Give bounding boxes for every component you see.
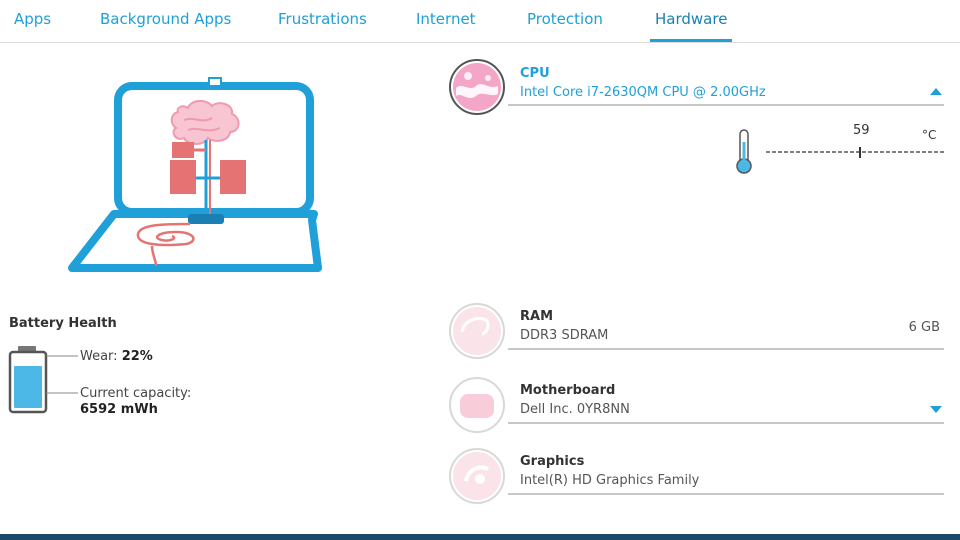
- tab-protection[interactable]: Protection: [527, 10, 603, 28]
- thermometer-icon: [734, 128, 754, 180]
- cpu-section[interactable]: CPU Intel Core i7-2630QM CPU @ 2.00GHz: [448, 58, 944, 118]
- battery-wear-value: 22%: [121, 349, 153, 364]
- temperature-unit: °C: [922, 128, 937, 142]
- ram-divider: [508, 348, 944, 350]
- laptop-brain-icon: [66, 74, 322, 278]
- cpu-name: CPU: [520, 66, 550, 81]
- graphics-section[interactable]: Graphics Intel(R) HD Graphics Family: [448, 447, 944, 507]
- temperature-scale: [766, 146, 946, 165]
- cpu-desc: Intel Core i7-2630QM CPU @ 2.00GHz: [520, 85, 766, 100]
- cpu-icon: [448, 58, 506, 120]
- tab-apps[interactable]: Apps: [14, 10, 51, 28]
- motherboard-section[interactable]: Motherboard Dell Inc. 0YR8NN: [448, 376, 944, 436]
- expand-caret-icon[interactable]: [930, 406, 942, 413]
- temperature-value: 59: [853, 123, 870, 138]
- graphics-divider: [508, 493, 944, 495]
- battery-health-title: Battery Health: [9, 316, 117, 331]
- graphics-icon: [448, 447, 506, 509]
- motherboard-divider: [508, 422, 944, 424]
- battery-capacity-value: 6592 mWh: [80, 402, 158, 417]
- ram-name: RAM: [520, 309, 554, 324]
- tab-bar: Apps Background Apps Frustrations Intern…: [0, 0, 960, 43]
- battery-capacity-label: Current capacity:: [80, 386, 192, 401]
- battery-wear-label: Wear:: [80, 349, 118, 364]
- active-tab-indicator: [650, 39, 732, 42]
- bottom-bar: [0, 534, 960, 540]
- ram-icon: [448, 302, 506, 364]
- ram-size: 6 GB: [908, 320, 940, 335]
- motherboard-icon: [448, 376, 506, 438]
- tab-internet[interactable]: Internet: [416, 10, 476, 28]
- graphics-name: Graphics: [520, 454, 585, 469]
- motherboard-name: Motherboard: [520, 383, 616, 398]
- ram-section[interactable]: RAM DDR3 SDRAM 6 GB: [448, 302, 944, 362]
- graphics-desc: Intel(R) HD Graphics Family: [520, 473, 700, 488]
- tab-hardware[interactable]: Hardware: [655, 10, 727, 28]
- motherboard-desc: Dell Inc. 0YR8NN: [520, 402, 630, 417]
- tab-background-apps[interactable]: Background Apps: [100, 10, 231, 28]
- battery-wear: Wear: 22%: [80, 349, 153, 364]
- ram-desc: DDR3 SDRAM: [520, 328, 609, 343]
- cpu-divider: [508, 104, 944, 106]
- battery-icon: [8, 344, 82, 420]
- tab-frustrations[interactable]: Frustrations: [278, 10, 367, 28]
- collapse-caret-icon[interactable]: [930, 88, 942, 95]
